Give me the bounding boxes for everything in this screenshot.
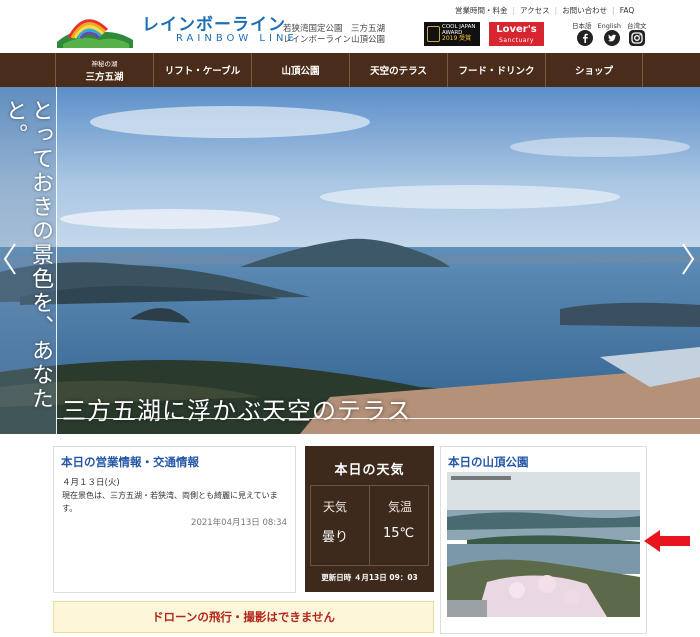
nav-item-label: ショップ	[574, 66, 613, 77]
nav-item-label: 三方五湖	[85, 71, 124, 83]
nav-item-label: フード・ドリンク	[458, 66, 535, 77]
link-faq[interactable]: FAQ	[620, 6, 635, 15]
summit-live-camera-image[interactable]	[447, 472, 640, 617]
award-mark-icon	[427, 26, 440, 42]
nav-item-label: リフト・ケーブル	[164, 66, 241, 77]
slider-prev-arrow-icon[interactable]	[2, 242, 18, 276]
park-name-line2: レインボーライン山頂公園	[283, 35, 386, 45]
facebook-icon[interactable]	[577, 30, 593, 46]
hero-slider: とっておきの景色を、あなたと。 三方五湖に浮かぶ天空のテラス	[0, 87, 700, 434]
hero-vertical-text: とっておきの景色を、あなたと。	[2, 99, 53, 411]
link-hours-fees[interactable]: 営業時間・料金	[455, 6, 508, 15]
slider-next-arrow-icon[interactable]	[680, 242, 696, 276]
hero-frame-line	[56, 87, 57, 434]
temperature-value: 15℃	[383, 526, 415, 541]
lang-taiwanese[interactable]: 台湾文	[627, 22, 647, 30]
weather-updated: 更新日時 ４月13日 09：03	[321, 573, 418, 582]
lovers-sanctuary-badge[interactable]: Lover's Sanctuary	[489, 22, 544, 46]
nav-item-mikata-goko[interactable]: 神秘の湖 三方五湖	[55, 53, 153, 87]
nav-item-summit-park[interactable]: 山頂公園	[251, 53, 349, 87]
cool-japan-award-badge[interactable]: COOL JAPAN AWARD 2019 受賞	[424, 22, 480, 46]
operations-title[interactable]: 本日の営業情報・交通情報	[61, 454, 199, 470]
main-nav: 神秘の湖 三方五湖 リフト・ケーブル 山頂公園 天空のテラス フード・ドリンク …	[0, 53, 700, 87]
park-name: 若狭湾国定公園 三方五湖 レインボーライン山頂公園	[283, 24, 385, 46]
brand-name-en: RAINBOW LINE	[176, 33, 298, 44]
summit-title[interactable]: 本日の山頂公園	[448, 454, 529, 470]
nav-item-sky-terrace[interactable]: 天空のテラス	[349, 53, 447, 87]
link-access[interactable]: アクセス	[520, 6, 550, 15]
hero-lake-view-image	[0, 87, 700, 434]
red-arrow-icon	[644, 530, 690, 552]
rainbow-line-logo[interactable]	[55, 8, 135, 48]
top-utility-links: 営業時間・料金 | アクセス | お問い合わせ | FAQ	[455, 6, 635, 15]
nav-item-food-drink[interactable]: フード・ドリンク	[447, 53, 545, 87]
site-header: レインボーライン RAINBOW LINE 若狭湾国定公園 三方五湖 レインボー…	[0, 0, 700, 53]
lovers-sub: Sanctuary	[499, 37, 534, 44]
weather-title: 本日の天気	[334, 463, 405, 478]
lang-japanese[interactable]: 日本語	[572, 22, 592, 30]
operations-info-card[interactable]: 本日の営業情報・交通情報 ４月１３日(火) 現在景色は、三方五湖・若狭湾、両側と…	[53, 446, 296, 593]
link-contact[interactable]: お問い合わせ	[562, 6, 607, 15]
weather-value: 曇り	[322, 530, 349, 545]
drone-notice-banner[interactable]: ドローンの飛行・撮影はできません	[53, 601, 434, 633]
brand-name-jp[interactable]: レインボーライン	[142, 10, 286, 35]
weather-divider	[369, 485, 370, 566]
nav-item-shop[interactable]: ショップ	[545, 53, 643, 87]
hero-caption: 三方五湖に浮かぶ天空のテラス	[62, 397, 412, 425]
temperature-label: 気温	[388, 500, 413, 514]
twitter-icon[interactable]	[604, 30, 620, 46]
language-switcher: 日本語 English 台湾文	[572, 20, 652, 30]
award-line3: 2019 受賞	[442, 35, 472, 42]
nav-item-label: 天空のテラス	[370, 66, 427, 77]
lang-english[interactable]: English	[598, 22, 621, 30]
weather-label: 天気	[323, 500, 348, 514]
operations-body: 現在景色は、三方五湖・若狭湾、両側とも綺麗に見えています。	[62, 491, 278, 513]
operations-date: ４月１３日(火)	[62, 478, 120, 488]
operations-timestamp: 2021年04月13日 08:34	[191, 518, 287, 528]
lovers-main: Lover's	[496, 24, 537, 35]
nav-item-label: 山頂公園	[281, 66, 320, 77]
weather-panel: 本日の天気 天気 気温 曇り 15℃ 更新日時 ４月13日 09：03	[305, 446, 434, 592]
nav-item-lift-cable[interactable]: リフト・ケーブル	[153, 53, 251, 87]
instagram-icon[interactable]	[629, 30, 645, 46]
park-name-line1: 若狭湾国定公園 三方五湖	[283, 24, 386, 34]
nav-item-sublabel: 神秘の湖	[91, 59, 118, 68]
